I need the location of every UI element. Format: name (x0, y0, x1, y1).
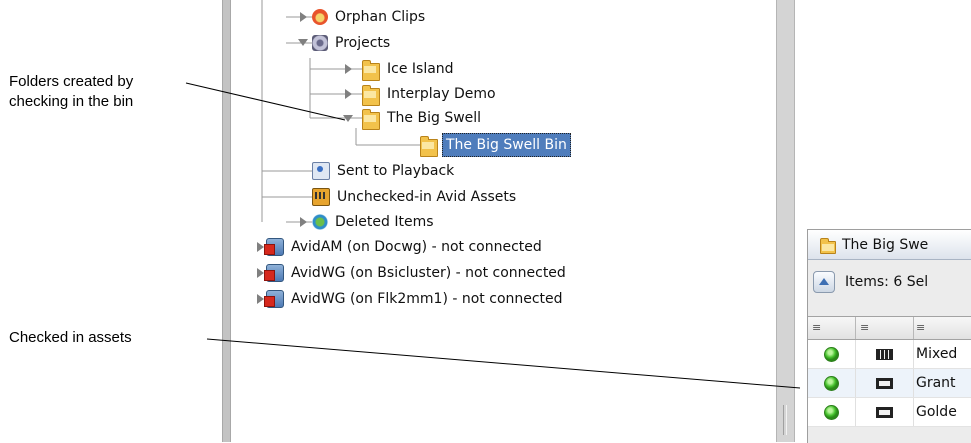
folder-tree: Orphan Clips Projects Ice Island Interpl… (230, 0, 775, 442)
recycle-icon (312, 214, 328, 230)
split-pane-divider[interactable] (776, 0, 795, 442)
playback-icon (312, 162, 330, 180)
tree-item-ice-island[interactable]: Ice Island (362, 58, 457, 81)
table-header: ≡ ≡ ≡ (808, 316, 971, 340)
checked-in-status-icon (824, 346, 839, 362)
callout-checked-in-assets: Checked in assets (9, 329, 132, 346)
expand-arrow-icon[interactable] (257, 268, 264, 278)
projects-icon (312, 35, 328, 51)
checked-in-status-icon (824, 375, 839, 391)
orphan-clips-icon (312, 9, 328, 25)
expand-arrow-icon[interactable] (257, 294, 264, 304)
tree-item-avidwg-flk2mm1[interactable]: AvidWG (on Flk2mm1) - not connected (264, 288, 566, 310)
folder-icon (820, 238, 836, 254)
unchecked-assets-icon (312, 188, 330, 206)
column-header[interactable]: ≡ (856, 317, 914, 339)
tree-item-label: Deleted Items (335, 214, 434, 230)
column-header[interactable]: ≡ (808, 317, 856, 339)
tree-item-label: AvidWG (on Flk2mm1) - not connected (291, 291, 563, 307)
folder-icon (362, 85, 380, 106)
type-cell (856, 369, 914, 397)
assets-table: ≡ ≡ ≡ Mixed Grant Golde (808, 316, 971, 427)
tree-item-projects[interactable]: Projects (312, 32, 393, 54)
divider-grip[interactable] (783, 405, 787, 435)
clip-icon (876, 406, 893, 418)
tree-item-label: Projects (335, 35, 391, 51)
tree-item-unchecked-in-avid-assets[interactable]: Unchecked-in Avid Assets (312, 186, 519, 208)
tree-item-the-big-swell[interactable]: The Big Swell (362, 107, 484, 130)
bin-tab[interactable]: The Big Swe (808, 230, 971, 260)
asset-name: Mixed (914, 340, 971, 368)
items-selected-count: Items: 6 Sel (845, 274, 929, 290)
expand-arrow-icon[interactable] (300, 12, 307, 22)
tree-item-label: Sent to Playback (337, 163, 455, 179)
folder-icon (362, 60, 380, 81)
folder-icon (420, 136, 438, 157)
status-cell (808, 369, 856, 397)
bin-toolbar: Items: 6 Sel (808, 260, 971, 304)
table-row[interactable]: Mixed (808, 340, 971, 369)
tree-item-deleted-items[interactable]: Deleted Items (312, 211, 437, 233)
tree-item-label: The Big Swell (387, 110, 482, 126)
database-disconnected-icon (264, 290, 284, 308)
sequence-icon (876, 348, 893, 360)
tree-item-label: Ice Island (387, 61, 454, 77)
folder-icon (362, 109, 380, 130)
asset-name: Grant (914, 369, 971, 397)
type-cell (856, 340, 914, 368)
tree-item-label: AvidWG (on Bsicluster) - not connected (291, 265, 566, 281)
database-disconnected-icon (264, 264, 284, 282)
tree-item-label: AvidAM (on Docwg) - not connected (291, 239, 542, 255)
tree-item-the-big-swell-bin[interactable]: The Big Swell Bin (420, 133, 571, 157)
table-row[interactable]: Golde (808, 398, 971, 427)
expand-arrow-icon[interactable] (300, 217, 307, 227)
status-cell (808, 340, 856, 368)
table-row[interactable]: Grant (808, 369, 971, 398)
tree-item-avidwg-bsicluster[interactable]: AvidWG (on Bsicluster) - not connected (264, 262, 569, 284)
up-arrow-icon (819, 277, 829, 285)
tree-item-avidam-docwg[interactable]: AvidAM (on Docwg) - not connected (264, 236, 545, 258)
tree-item-label: Unchecked-in Avid Assets (337, 189, 517, 205)
asset-name: Golde (914, 398, 971, 426)
tree-item-label: Interplay Demo (387, 86, 496, 102)
bin-tab-title: The Big Swe (842, 236, 929, 253)
column-header[interactable]: ≡ (914, 317, 971, 339)
expand-arrow-icon[interactable] (345, 64, 352, 74)
expand-arrow-icon[interactable] (257, 242, 264, 252)
tree-item-label: Orphan Clips (335, 9, 426, 25)
collapse-arrow-icon[interactable] (298, 39, 308, 46)
tree-item-label: The Big Swell Bin (442, 133, 571, 157)
status-cell (808, 398, 856, 426)
callout-folders-created: Folders created by checking in the bin (9, 73, 134, 110)
up-folder-button[interactable] (813, 271, 835, 293)
clip-icon (876, 377, 893, 389)
expand-arrow-icon[interactable] (345, 89, 352, 99)
bin-contents-panel: The Big Swe Items: 6 Sel ≡ ≡ ≡ Mixed Gra… (807, 229, 971, 443)
type-cell (856, 398, 914, 426)
collapse-arrow-icon[interactable] (343, 115, 353, 122)
tree-item-interplay-demo[interactable]: Interplay Demo (362, 83, 499, 106)
checked-in-status-icon (824, 404, 839, 420)
database-disconnected-icon (264, 238, 284, 256)
tree-item-sent-to-playback[interactable]: Sent to Playback (312, 160, 457, 182)
tree-item-orphan-clips[interactable]: Orphan Clips (312, 6, 428, 28)
